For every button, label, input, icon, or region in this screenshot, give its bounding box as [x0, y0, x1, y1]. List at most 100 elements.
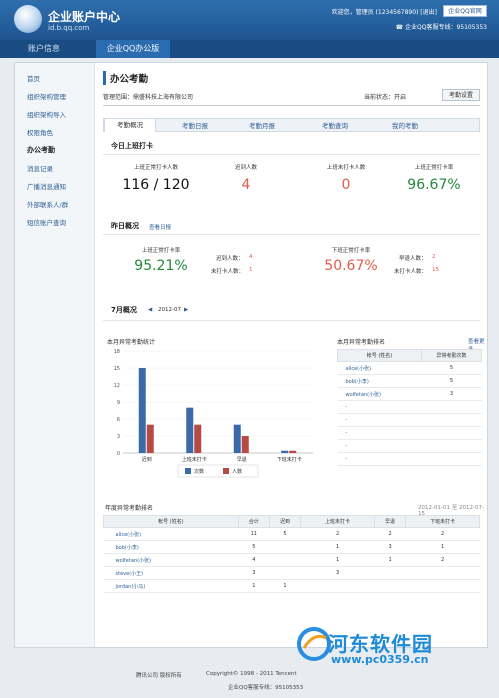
divider — [103, 105, 480, 106]
table-row: - — [337, 413, 482, 427]
rank-header-account: 帐号 (姓名) — [336, 349, 423, 362]
table-row: wolfetan(小张) 3 — [337, 387, 482, 401]
rank-account-cell[interactable]: wolfetan(小张) — [337, 387, 422, 401]
tab-monthly[interactable]: 考勤月报 — [249, 120, 275, 130]
year-value-cell — [374, 566, 406, 580]
table-row: alice(小张) 5 — [337, 361, 482, 375]
x-tick-label: 迟到 — [142, 456, 152, 463]
yesterday-late-label: 迟到人数： — [216, 256, 244, 262]
rank-header-count: 异常考勤次数 — [421, 349, 482, 362]
divider — [103, 320, 480, 321]
rank-account-cell[interactable]: alice(小张) — [337, 361, 422, 375]
tab-daily[interactable]: 考勤日报 — [182, 120, 208, 130]
sidebar-item-sms[interactable]: 短信账户查询 — [27, 217, 66, 227]
tab-mine[interactable]: 我的考勤 — [392, 120, 418, 130]
rank-account-cell[interactable]: - — [337, 426, 422, 440]
year-account-cell[interactable]: wolfetan(小张) — [103, 553, 239, 567]
nav-tab-qq-office[interactable]: 企业QQ办公版 — [96, 40, 170, 58]
rank-count-cell — [421, 439, 482, 453]
tab-query[interactable]: 考勤查询 — [322, 120, 348, 130]
x-tick-label: 上班未打卡 — [182, 456, 207, 463]
prev-month-icon[interactable]: ◀ — [148, 307, 152, 313]
year-account-cell[interactable]: steve(小王) — [103, 566, 239, 580]
year-header-cell: 迟到 — [268, 515, 302, 528]
bar-people — [241, 436, 249, 453]
footer-service: 企业QQ客服专线：95105353 — [228, 685, 304, 691]
sidebar-item-messages[interactable]: 消息记录 — [27, 163, 53, 173]
y-tick-label: 0 — [117, 451, 120, 457]
stat-label-late: 迟到人数 — [234, 165, 257, 171]
x-tick-label: 下班未打卡 — [277, 456, 302, 463]
sidebar-item-org-import[interactable]: 组织架构导入 — [27, 109, 66, 119]
x-tick-label: 早退 — [237, 456, 247, 463]
rank-account-cell[interactable]: - — [337, 439, 422, 453]
sidebar-item-broadcast[interactable]: 广播消息通知 — [27, 181, 66, 191]
page-title: 办公考勤 — [103, 71, 148, 85]
year-account-cell[interactable]: jordan(小马) — [103, 579, 239, 593]
next-month-icon[interactable]: ▶ — [184, 307, 188, 313]
bar-people — [146, 424, 154, 453]
stat-value-rate: 96.67% — [407, 177, 461, 193]
qq-site-button[interactable]: 企业QQ官网 — [443, 5, 487, 17]
rank-account-cell[interactable]: - — [337, 413, 422, 427]
legend-swatch — [223, 468, 229, 474]
table-row: - — [337, 400, 482, 414]
year-header-cell: 帐号 (姓名) — [103, 515, 239, 528]
year-value-cell — [269, 553, 301, 567]
view-daily-report-link[interactable]: 查看日报 — [149, 223, 171, 231]
management-scope: 管理范围：鼎盛科技上海有限公司 — [103, 94, 194, 101]
stat-value-late: 4 — [241, 177, 251, 193]
rank-count-cell — [421, 426, 482, 440]
rank-count-cell — [421, 413, 482, 427]
sidebar-item-roles[interactable]: 权限角色 — [27, 127, 53, 137]
rank-count-cell: 5 — [421, 361, 482, 375]
yesterday-miss2-label: 未打卡人数： — [394, 269, 428, 275]
status-text: 当前状态：开启 — [363, 94, 406, 101]
sidebar-item-contacts[interactable]: 外部联系人/群 — [27, 199, 68, 209]
year-account-cell[interactable]: bob(小李) — [103, 540, 239, 554]
year-value-cell: 2 — [374, 527, 406, 541]
table-row: - — [337, 452, 482, 466]
yesterday-miss-value: 1 — [249, 267, 253, 273]
welcome-logout-link[interactable]: 欢迎您，管理员 (1234567890) [退出] — [332, 7, 437, 16]
y-tick-label: 3 — [117, 434, 120, 440]
yesterday-section-title: 昨日概况 — [111, 222, 139, 230]
nav-tab-account-info[interactable]: 账户信息 — [28, 40, 60, 58]
year-value-cell: 3 — [300, 566, 375, 580]
year-value-cell: 1 — [300, 540, 375, 554]
sidebar-item-home[interactable]: 首页 — [27, 73, 40, 83]
yesterday-in-rate-label: 上班正常打卡率 — [141, 248, 181, 254]
today-section-title: 今日上班打卡 — [111, 142, 153, 150]
rank-account-cell[interactable]: - — [337, 452, 422, 466]
yesterday-miss-label: 未打卡人数： — [211, 269, 245, 275]
year-value-cell — [269, 566, 301, 580]
month-rank-table: 帐号 (姓名) 异常考勤次数 alice(小张) 5 bob(小李) 5 wolfeta… — [336, 349, 482, 466]
table-row: bob(小李) 5 — [337, 374, 482, 388]
rank-account-cell[interactable]: bob(小李) — [337, 374, 422, 388]
year-value-cell — [405, 579, 480, 593]
tab-overview[interactable]: 考勤概况 — [104, 118, 156, 132]
stat-label-missed: 上班未打卡人数 — [326, 165, 366, 171]
sidebar: 首页 组织架构管理 组织架构导入 权限角色 办公考勤 消息记录 广播消息通知 外… — [15, 63, 95, 647]
rank-count-cell: 3 — [421, 387, 482, 401]
year-account-cell[interactable]: alice(小张) — [103, 527, 239, 541]
bar-count — [186, 407, 194, 453]
year-value-cell: 1 — [300, 553, 375, 567]
main-nav: 账户信息 企业QQ办公版 — [0, 40, 499, 58]
sidebar-item-org-manage[interactable]: 组织架构管理 — [27, 91, 66, 101]
bar-count — [233, 424, 241, 453]
yesterday-in-rate-value: 95.21% — [134, 258, 188, 274]
year-rank-table: 帐号 (姓名) 合计 迟到 上班未打卡 早退 下班未打卡 alice(小张) 11 5 2 2 2 b… — [103, 515, 480, 593]
service-hotline-text: 企业QQ客服专线：95105353 — [405, 24, 487, 31]
rank-account-cell[interactable]: - — [337, 400, 422, 414]
stat-value-missed: 0 — [341, 177, 351, 193]
footer-company: 腾讯公司 版权所有 — [136, 673, 182, 679]
attendance-settings-button[interactable]: 考勤设置 — [442, 89, 480, 101]
year-rank-title: 年度异常考勤排名 — [105, 505, 154, 512]
y-tick-label: 9 — [117, 400, 120, 406]
sidebar-item-attendance[interactable]: 办公考勤 — [27, 145, 55, 155]
stat-label-normal-count: 上班正常打卡人数 — [133, 165, 178, 171]
year-header-cell: 早退 — [373, 515, 407, 528]
year-value-cell: 1 — [405, 540, 480, 554]
year-value-cell: 5 — [269, 527, 301, 541]
